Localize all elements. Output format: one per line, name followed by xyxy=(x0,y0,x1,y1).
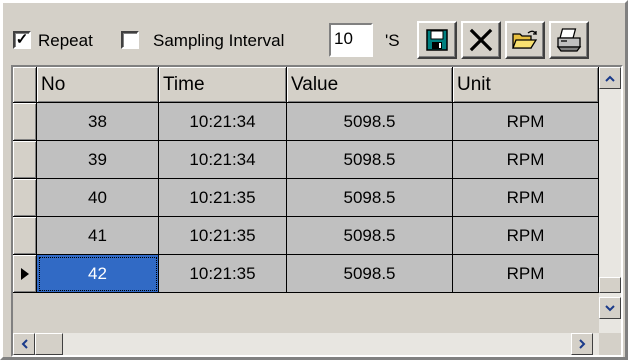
cell-no[interactable]: 38 xyxy=(37,103,159,141)
cell-unit[interactable]: RPM xyxy=(453,103,599,141)
column-header-unit[interactable]: Unit xyxy=(453,67,599,103)
current-row-arrow-icon xyxy=(20,267,29,280)
scrollbar-corner xyxy=(599,333,621,355)
clear-button[interactable] xyxy=(461,21,501,59)
chevron-left-icon xyxy=(21,339,28,349)
chevron-up-icon xyxy=(605,75,615,82)
horizontal-scrollbar[interactable] xyxy=(13,333,599,355)
cell-unit[interactable]: RPM xyxy=(453,217,599,255)
vertical-scroll-thumb[interactable] xyxy=(599,277,621,293)
cell-value[interactable]: 5098.5 xyxy=(287,141,453,179)
cell-time[interactable]: 10:21:35 xyxy=(159,255,287,293)
interval-input[interactable]: 10 xyxy=(329,23,373,57)
sampling-interval-label: Sampling Interval xyxy=(153,31,285,50)
current-row-indicator[interactable] xyxy=(13,255,37,293)
cell-no[interactable]: 40 xyxy=(37,179,159,217)
save-button[interactable] xyxy=(417,21,457,59)
repeat-label: Repeat xyxy=(38,31,93,50)
cell-value[interactable]: 5098.5 xyxy=(287,103,453,141)
cell-time[interactable]: 10:21:35 xyxy=(159,179,287,217)
checkmark-icon: ✓ xyxy=(15,31,29,48)
cell-unit[interactable]: RPM xyxy=(453,141,599,179)
cell-time[interactable]: 10:21:35 xyxy=(159,217,287,255)
data-grid: No Time Value Unit 38 10:21:34 5098.5 RP… xyxy=(11,65,623,357)
column-header-time[interactable]: Time xyxy=(159,67,287,103)
toolbar: ✓ Repeat Sampling Interval 10 'S xyxy=(13,19,621,59)
column-header-no[interactable]: No xyxy=(37,67,159,103)
data-logger-panel: ✓ Repeat Sampling Interval 10 'S No Time… xyxy=(0,0,628,360)
cell-value[interactable]: 5098.5 xyxy=(287,179,453,217)
cell-unit[interactable]: RPM xyxy=(453,179,599,217)
cell-time[interactable]: 10:21:34 xyxy=(159,103,287,141)
cell-value[interactable]: 5098.5 xyxy=(287,255,453,293)
row-indicator[interactable] xyxy=(13,217,37,255)
scroll-left-button[interactable] xyxy=(13,333,35,355)
interval-unit-label: 'S xyxy=(385,31,400,50)
scroll-right-button[interactable] xyxy=(571,333,593,355)
floppy-disk-icon xyxy=(426,29,448,51)
scroll-up-button[interactable] xyxy=(599,67,621,89)
print-button[interactable] xyxy=(549,21,589,59)
x-delete-icon xyxy=(469,28,493,52)
open-folder-icon xyxy=(512,30,538,49)
cell-unit[interactable]: RPM xyxy=(453,255,599,293)
vertical-scrollbar[interactable] xyxy=(599,67,621,333)
row-indicator[interactable] xyxy=(13,103,37,141)
cell-no-selected[interactable]: 42 xyxy=(37,255,159,293)
repeat-checkbox[interactable]: ✓ xyxy=(13,31,31,49)
column-header-value[interactable]: Value xyxy=(287,67,453,103)
scroll-down-button[interactable] xyxy=(599,297,621,319)
cell-time[interactable]: 10:21:34 xyxy=(159,141,287,179)
chevron-down-icon xyxy=(605,304,615,311)
row-indicator[interactable] xyxy=(13,179,37,217)
horizontal-scroll-thumb[interactable] xyxy=(35,333,63,355)
chevron-right-icon xyxy=(578,339,585,349)
cell-value[interactable]: 5098.5 xyxy=(287,217,453,255)
open-button[interactable] xyxy=(505,21,545,59)
header-indicator-cell xyxy=(13,67,37,103)
sampling-interval-checkbox[interactable] xyxy=(121,31,139,49)
cell-no[interactable]: 41 xyxy=(37,217,159,255)
row-indicator[interactable] xyxy=(13,141,37,179)
cell-no[interactable]: 39 xyxy=(37,141,159,179)
printer-icon xyxy=(556,28,582,52)
